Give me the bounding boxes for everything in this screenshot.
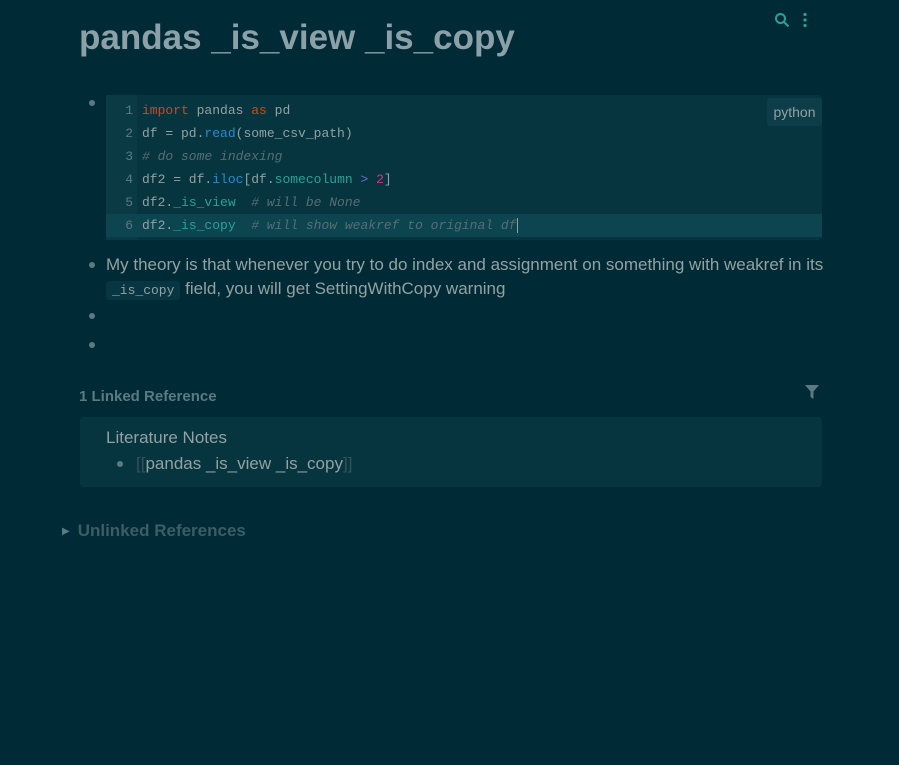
line-number: 3 (125, 149, 133, 164)
code-text: df2 = df.iloc[df.somecolumn > 2] (142, 172, 392, 187)
search-icon[interactable] (774, 12, 790, 32)
page-title[interactable]: pandas _is_view _is_copy (79, 18, 515, 58)
line-number: 5 (125, 195, 133, 210)
inline-code: _is_copy (106, 281, 181, 300)
language-badge[interactable]: python (767, 98, 822, 126)
code-line[interactable]: 4 df2 = df.iloc[df.somecolumn > 2] (106, 168, 822, 191)
unlinked-references-label: Unlinked References (77, 521, 246, 540)
block-bullet[interactable] (89, 100, 95, 106)
code-text: df = pd.read(some_csv_path) (142, 126, 353, 141)
code-text: df2._is_view # will be None (142, 195, 361, 210)
code-text: df2._is_copy # will show weakref to orig… (142, 218, 518, 234)
reference-bullet[interactable] (117, 461, 123, 467)
line-number: 1 (125, 103, 133, 118)
code-line[interactable]: 1 import pandas as pd (106, 99, 822, 122)
linked-references-heading: 1 Linked Reference (79, 388, 217, 405)
empty-block-bullet[interactable] (89, 313, 95, 319)
page-reference-link[interactable]: [[pandas _is_view _is_copy]] (136, 454, 352, 474)
block-text-part: field, you will get SettingWithCopy warn… (180, 279, 506, 298)
caret-right-icon: ▶ (62, 525, 70, 537)
code-line-active[interactable]: 6 df2._is_copy # will show weakref to or… (106, 214, 822, 237)
unlinked-references-toggle[interactable]: ▶ Unlinked References (62, 521, 246, 541)
filter-icon[interactable] (805, 385, 819, 405)
code-line[interactable]: 3 # do some indexing (106, 145, 822, 168)
code-line[interactable]: 5 df2._is_view # will be None (106, 191, 822, 214)
block-bullet[interactable] (89, 262, 95, 268)
linked-reference-card: Literature Notes [[pandas _is_view _is_c… (80, 417, 822, 487)
line-number: 2 (125, 126, 133, 141)
line-number: 6 (125, 218, 133, 233)
block-text[interactable]: My theory is that whenever you try to do… (106, 253, 826, 303)
code-text: import pandas as pd (142, 103, 291, 118)
top-toolbar (774, 12, 808, 32)
more-vertical-icon[interactable] (802, 12, 808, 32)
reference-page-title[interactable]: Literature Notes (106, 428, 227, 448)
empty-block-bullet[interactable] (89, 342, 95, 348)
code-text: # do some indexing (142, 149, 283, 164)
code-line[interactable]: 2 df = pd.read(some_csv_path) (106, 122, 822, 145)
block-text-part: My theory is that whenever you try to do… (106, 255, 824, 274)
code-block[interactable]: 1 import pandas as pd 2 df = pd.read(som… (106, 95, 822, 240)
line-number: 4 (125, 172, 133, 187)
text-cursor (516, 218, 518, 234)
